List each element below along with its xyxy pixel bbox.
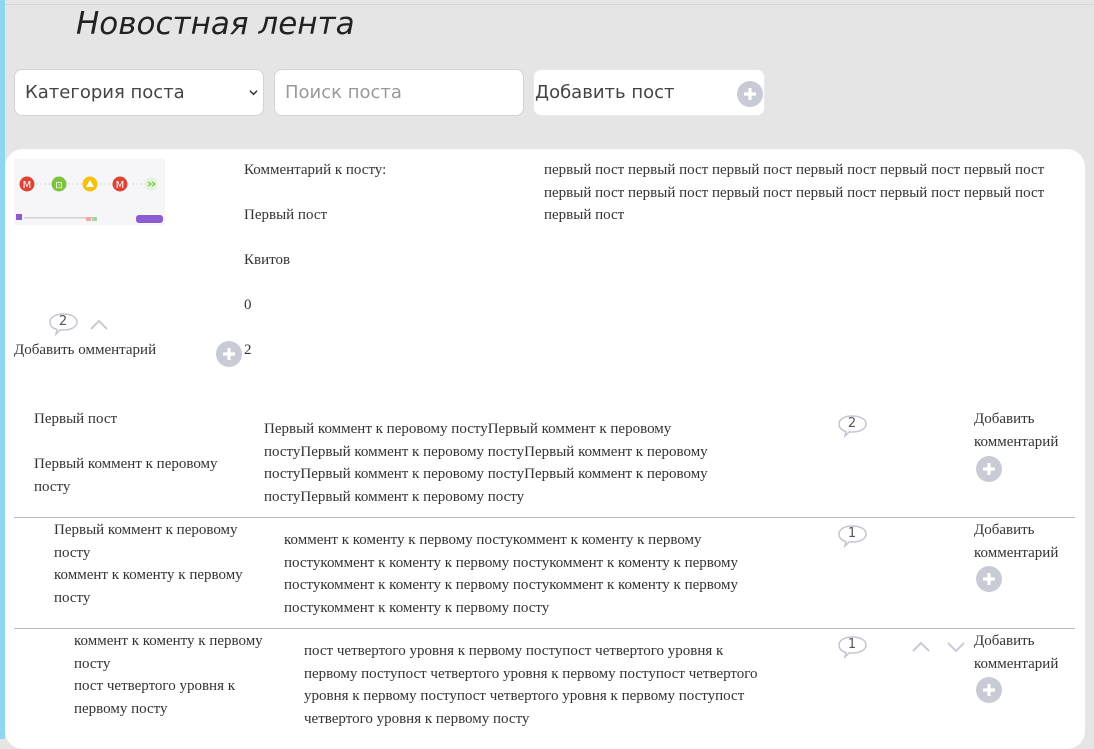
comment-count: 2 [58, 314, 68, 329]
comment-title: пост четвертого уровня к первому посту [74, 678, 236, 717]
comment-title: Первый коммент к перовому посту [34, 456, 218, 495]
add-comment-label: Добавить омментарий [14, 342, 157, 358]
reply-count-badge[interactable]: 1 [838, 635, 870, 659]
reply-count: 1 [847, 637, 857, 652]
reply-count-badge[interactable]: 1 [838, 524, 870, 548]
plus-circle-icon[interactable] [216, 341, 242, 367]
comment-parent: Первый пост [34, 411, 118, 427]
add-reply-label: Добавить комментарий [974, 522, 1059, 561]
comment-body: Первый коммент к перовому постуПервый ко… [264, 421, 708, 505]
comment-body: пост четвертого уровня к первому поступо… [304, 643, 758, 727]
plus-circle-icon[interactable] [976, 456, 1002, 482]
chevron-up-icon[interactable] [911, 641, 931, 653]
plus-circle-icon[interactable] [976, 566, 1002, 592]
post-count-b: 2 [244, 342, 252, 358]
post-title: Первый пост [244, 207, 328, 223]
post-card: M ⊡ M Комментарий к посту: Первый пост К… [5, 149, 1085, 749]
svg-text:M: M [116, 180, 125, 191]
comment-parent: коммент к коменту к первому посту [74, 633, 263, 672]
comment-title: коммент к коменту к первому посту [54, 567, 243, 606]
comment-item: Первый коммент к перовому посту коммент … [5, 512, 1085, 627]
svg-text:M: M [23, 180, 32, 191]
plus-circle-icon[interactable] [737, 81, 763, 107]
comment-body: коммент к коменту к первому постукоммент… [284, 532, 738, 616]
chevron-up-icon[interactable] [89, 319, 109, 331]
category-select[interactable]: Категория поста [14, 69, 264, 116]
page-title: Новостная лента [76, 6, 355, 42]
comment-item: коммент к коменту к первому посту пост ч… [5, 623, 1085, 738]
category-select-value: Категория поста [25, 82, 185, 103]
reply-count: 1 [847, 526, 857, 541]
chevron-down-icon [249, 90, 258, 96]
add-post-button[interactable]: Добавить пост [533, 69, 765, 116]
search-input[interactable] [274, 69, 524, 116]
post-body: первый пост первый пост первый пост перв… [544, 162, 1045, 223]
post-category: Квитов [244, 252, 291, 268]
top-divider [5, 4, 1094, 5]
post-count-a: 0 [244, 297, 252, 313]
plus-circle-icon[interactable] [976, 677, 1002, 703]
comment-item: Первый пост Первый коммент к перовому по… [5, 401, 1085, 516]
add-reply-label: Добавить комментарий [974, 411, 1059, 450]
post-comment-label: Комментарий к посту: [244, 162, 387, 178]
reply-count-badge[interactable]: 2 [838, 414, 870, 438]
add-post-label: Добавить пост [535, 82, 675, 103]
comment-parent: Первый коммент к перовому посту [54, 522, 238, 561]
chevron-down-icon[interactable] [946, 641, 966, 653]
reply-count: 2 [847, 416, 857, 431]
comment-count-badge[interactable]: 2 [49, 312, 81, 336]
post-thumbnail: M ⊡ M [14, 159, 165, 225]
svg-text:⊡: ⊡ [55, 181, 63, 191]
add-reply-label: Добавить комментарий [974, 633, 1059, 672]
